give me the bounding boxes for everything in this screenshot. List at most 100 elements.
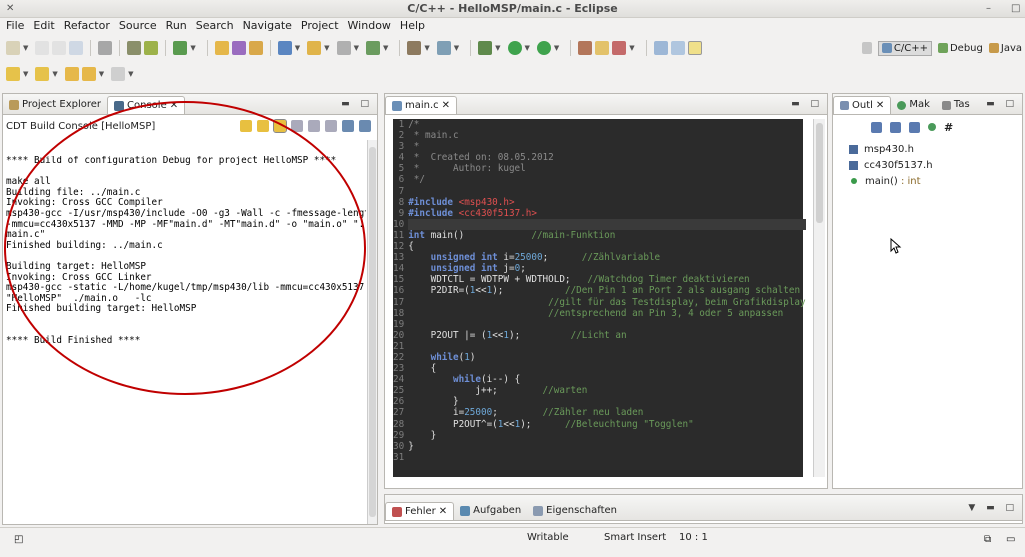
window-maximize-icon[interactable]: □: [1011, 3, 1020, 14]
code-line[interactable]: j++; //warten: [408, 385, 805, 396]
outline-item[interactable]: main() : int: [849, 173, 1022, 189]
menu-item-refactor[interactable]: Refactor: [64, 18, 110, 34]
restore-icon[interactable]: ⧉: [984, 534, 991, 545]
code-line[interactable]: * main.c: [408, 130, 805, 141]
new-dropdown-icon[interactable]: ▼: [23, 44, 28, 52]
code-line[interactable]: unsigned int i=25000; //Zählvariable: [408, 252, 805, 263]
tab-make[interactable]: Mak: [891, 96, 936, 114]
open-perspective-icon[interactable]: [862, 42, 872, 54]
code-line[interactable]: while(i--) {: [408, 374, 805, 385]
show-whitespace-icon[interactable]: [670, 41, 685, 55]
editor-scrollbar[interactable]: [813, 119, 825, 477]
minimize-maximize-icon[interactable]: ▼ ▬ □: [968, 503, 1022, 513]
code-line[interactable]: * Created on: 08.05.2012: [408, 152, 805, 163]
run-icon[interactable]: [507, 41, 522, 55]
code-line[interactable]: /*: [408, 119, 805, 130]
build-icon[interactable]: [98, 41, 113, 55]
close-icon[interactable]: ✕: [442, 97, 450, 115]
save-all-icon[interactable]: [52, 41, 67, 55]
code-line[interactable]: //gilt für das Testdisplay, beim Grafikd…: [408, 297, 805, 308]
hash-icon[interactable]: #: [944, 121, 953, 134]
code-line[interactable]: *: [408, 141, 805, 152]
perspective-cpp[interactable]: C/C++: [877, 40, 932, 56]
save-icon[interactable]: [35, 41, 50, 55]
new-folder-icon[interactable]: [307, 41, 322, 55]
hide-fields-icon[interactable]: [890, 121, 901, 133]
minimize-maximize-icon[interactable]: ▬ □: [791, 99, 827, 109]
code-line[interactable]: while(1): [408, 352, 805, 363]
code-line[interactable]: WDTCTL = WDTPW + WDTHOLD; //Watchdog Tim…: [408, 274, 805, 285]
tab-main-c[interactable]: main.c ✕: [385, 96, 458, 115]
code-line[interactable]: i=25000; //Zähler neu laden: [408, 407, 805, 418]
new-icon[interactable]: [6, 41, 20, 55]
new-source-icon[interactable]: [336, 41, 351, 55]
tab-fehler[interactable]: Fehler ✕: [385, 502, 455, 520]
external-tools-icon[interactable]: [407, 41, 422, 55]
hide-nonpublic-icon[interactable]: [928, 123, 936, 131]
code-line[interactable]: }: [408, 441, 805, 452]
prev-annotation-icon[interactable]: [35, 67, 50, 81]
search-icon[interactable]: [248, 41, 263, 55]
code-line[interactable]: [408, 341, 805, 352]
minimize-maximize-icon[interactable]: ▬ □: [986, 99, 1022, 109]
code-line[interactable]: P2DIR=(1<<1); //Den Pin 1 an Port 2 als …: [408, 285, 805, 296]
outline-item[interactable]: msp430.h: [849, 141, 1022, 157]
tab-aufgaben[interactable]: Aufgaben: [454, 502, 527, 520]
hide-static-icon[interactable]: [909, 121, 920, 133]
code-line[interactable]: [408, 319, 805, 330]
profile-icon[interactable]: [436, 41, 451, 55]
new-class-icon[interactable]: [365, 41, 380, 55]
outline-item[interactable]: cc430f5137.h: [849, 157, 1022, 173]
build-all-icon[interactable]: [127, 41, 142, 55]
menu-item-file[interactable]: File: [6, 18, 24, 34]
menu-item-search[interactable]: Search: [196, 18, 234, 34]
menu-item-help[interactable]: Help: [400, 18, 425, 34]
print-icon[interactable]: [69, 41, 84, 55]
code-line[interactable]: int main() //main-Funktion: [408, 230, 805, 241]
back-dropdown-icon[interactable]: [81, 67, 96, 81]
tab-eigenschaften[interactable]: Eigenschaften: [527, 502, 623, 520]
window-minimize-icon[interactable]: –: [986, 3, 991, 14]
trim-stack-icon[interactable]: ▭: [1006, 534, 1015, 545]
code-line[interactable]: {: [408, 241, 805, 252]
code-line[interactable]: unsigned int j=0;: [408, 263, 805, 274]
code-line[interactable]: //entsprechend an Pin 3, 4 oder 5 anpass…: [408, 308, 805, 319]
close-icon[interactable]: ✕: [876, 97, 884, 115]
code-line[interactable]: {: [408, 363, 805, 374]
code-text[interactable]: /* * main.c * * Created on: 08.05.2012 *…: [408, 119, 806, 477]
code-line[interactable]: * Author: kugel: [408, 163, 805, 174]
menu-item-source[interactable]: Source: [119, 18, 157, 34]
next-annotation-icon[interactable]: [6, 67, 20, 81]
open-console-icon[interactable]: [578, 41, 593, 55]
clean-icon[interactable]: [144, 41, 159, 55]
run-last-icon[interactable]: [536, 41, 551, 55]
window-close-icon[interactable]: ✕: [6, 3, 14, 14]
perspective-debug[interactable]: Debug: [937, 43, 983, 54]
new-project-icon[interactable]: [277, 41, 292, 55]
open-type-icon[interactable]: [214, 41, 229, 55]
back-icon[interactable]: [64, 67, 79, 81]
code-editor[interactable]: 1 2 3 4 5 6 7 8 9 10 11 12 13 14 15 16 17 18 19 20 21 22 23 24 2…: [393, 119, 806, 477]
marker-icon[interactable]: [612, 41, 627, 55]
code-line[interactable]: P2OUT^=(1<<1); //Beleuchtung "Togglen": [408, 419, 805, 430]
code-line[interactable]: [408, 452, 805, 463]
tab-tasks[interactable]: Tas: [936, 96, 976, 114]
forward-icon[interactable]: [111, 67, 126, 81]
perspective-java[interactable]: Java: [988, 43, 1022, 54]
debug-icon[interactable]: [478, 41, 493, 55]
code-line[interactable]: P2OUT |= (1<<1); //Licht an: [408, 330, 805, 341]
toggle-mark-icon[interactable]: [653, 41, 668, 55]
code-line[interactable]: */: [408, 174, 805, 185]
code-line[interactable]: [408, 218, 806, 230]
tab-outline[interactable]: Outl ✕: [833, 96, 892, 115]
check-icon[interactable]: [173, 41, 188, 55]
menu-item-navigate[interactable]: Navigate: [243, 18, 292, 34]
code-line[interactable]: }: [408, 396, 805, 407]
code-line[interactable]: #include <msp430.h>: [408, 197, 805, 208]
menu-item-project[interactable]: Project: [301, 18, 339, 34]
highlight-icon[interactable]: [687, 41, 702, 55]
menu-item-window[interactable]: Window: [348, 18, 391, 34]
menu-item-edit[interactable]: Edit: [33, 18, 54, 34]
code-line[interactable]: }: [408, 430, 805, 441]
fast-view-icon[interactable]: ◰: [14, 534, 23, 545]
